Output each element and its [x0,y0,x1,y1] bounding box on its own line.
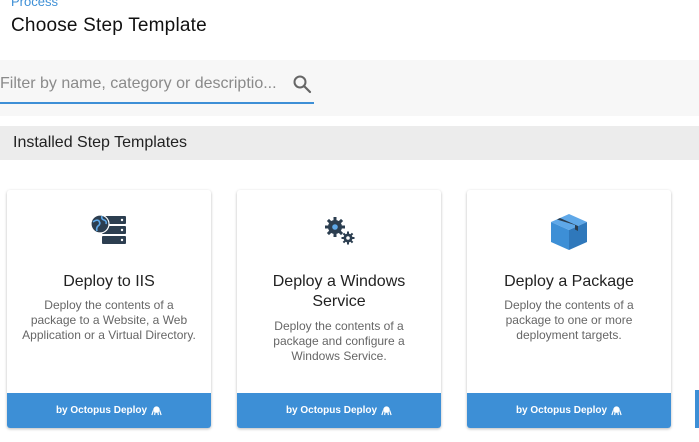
card-footer-label: by Octopus Deploy [285,405,378,416]
card-description: Deploy the contents of a package to one … [504,298,634,342]
next-card-edge [695,390,699,428]
card-footer-label: by Octopus Deploy [515,405,608,416]
card-description: Deploy the contents of a package and con… [273,319,405,363]
page-title: Choose Step Template [11,15,207,36]
octopus-icon [151,406,162,416]
octopus-icon [611,406,622,416]
breadcrumb[interactable]: Process [11,0,58,9]
card-footer: by Octopus Deploy [467,393,671,428]
step-template-card-deploy-windows-service[interactable]: Deploy a Windows Service Deploy the cont… [237,190,441,428]
card-footer-label: by Octopus Deploy [55,405,148,416]
gears-icon [325,217,355,245]
octopus-icon [381,406,392,416]
card-footer: by Octopus Deploy [237,393,441,428]
card-title: Deploy a Windows Service [272,273,406,310]
step-template-card-deploy-iis[interactable]: Deploy to IIS Deploy the contents of a p… [7,190,211,428]
card-description: Deploy the contents of a package to a We… [22,298,196,342]
search-icon[interactable] [292,74,312,94]
step-template-card-deploy-package[interactable]: Deploy a Package Deploy the contents of … [467,190,671,428]
section-title: Installed Step Templates [13,134,188,151]
package-box-icon [551,214,587,250]
filter-input[interactable] [0,71,282,97]
card-footer: by Octopus Deploy [7,393,211,428]
card-title: Deploy a Package [504,273,634,290]
filter-field[interactable] [0,68,314,104]
section-header: Installed Step Templates [0,126,699,160]
iis-server-icon [90,214,126,244]
card-title: Deploy to IIS [63,273,155,290]
